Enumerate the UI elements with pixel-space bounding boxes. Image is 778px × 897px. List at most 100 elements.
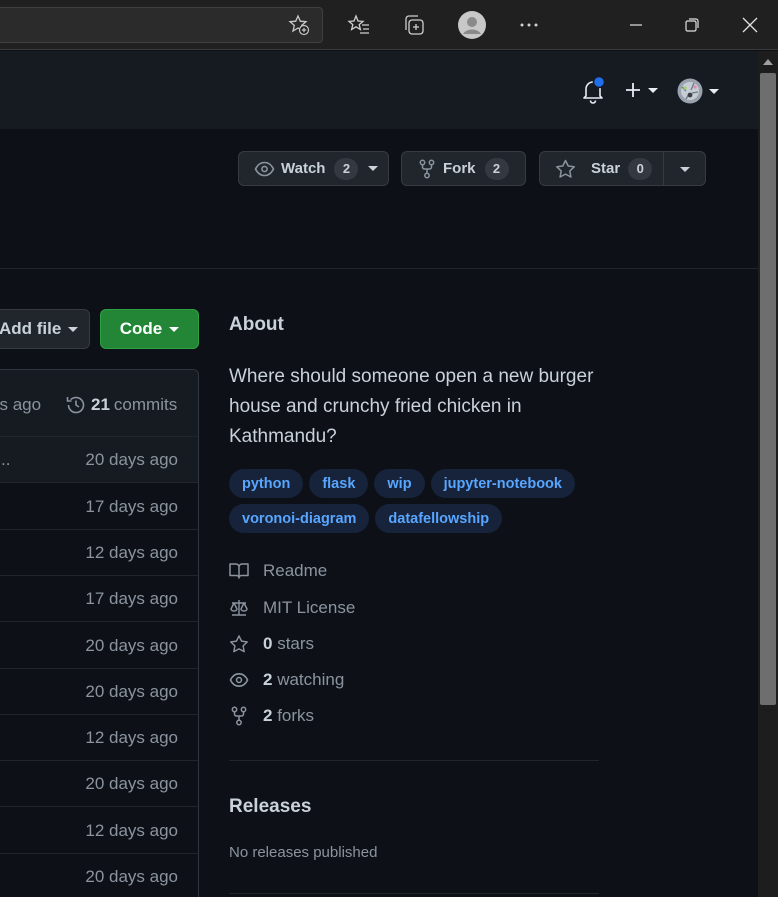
last-commit-time: ys ago	[0, 395, 42, 414]
collections-icon[interactable]	[402, 13, 426, 37]
file-list: ys ago 21 commits .. 20 days ago 17 days…	[0, 369, 199, 897]
commit-message-ellipsis[interactable]: ..	[1, 450, 10, 470]
fork-button[interactable]: Fork 2	[401, 151, 526, 186]
table-row[interactable]: 12 days ago	[0, 808, 198, 854]
bell-icon[interactable]	[580, 76, 606, 104]
chevron-down-icon	[169, 326, 180, 332]
table-row[interactable]: 20 days ago	[0, 854, 198, 897]
fork-count: 2	[484, 157, 509, 180]
minimize-icon[interactable]	[624, 13, 648, 37]
about-heading: About	[229, 314, 284, 335]
forks-label: forks	[277, 706, 315, 725]
releases-heading[interactable]: Releases	[229, 796, 311, 818]
close-icon[interactable]	[738, 13, 762, 37]
table-row[interactable]: 17 days ago	[0, 484, 198, 530]
forks-count: 2	[263, 706, 273, 725]
forks-link[interactable]: 2 forks	[229, 706, 314, 726]
commit-time: 20 days ago	[85, 682, 178, 701]
add-favorite-icon[interactable]	[287, 13, 311, 37]
star-button[interactable]: Star 0	[539, 151, 706, 186]
readme-label: Readme	[263, 561, 328, 580]
commit-time: 20 days ago	[85, 867, 178, 886]
site-header	[0, 51, 758, 129]
chevron-down-icon	[648, 87, 658, 93]
chevron-down-icon	[368, 166, 379, 171]
topic-tag[interactable]: python	[229, 469, 304, 498]
commit-time: 20 days ago	[85, 450, 178, 469]
favorites-icon[interactable]	[347, 13, 371, 37]
license-label: MIT License	[263, 598, 356, 617]
plus-icon	[626, 83, 640, 97]
topic-tag[interactable]: jupyter-notebook	[430, 469, 575, 498]
watch-button[interactable]: Watch 2	[238, 151, 389, 186]
more-icon[interactable]	[517, 13, 541, 37]
address-bar[interactable]	[0, 7, 323, 43]
stars-label: stars	[277, 634, 315, 653]
commit-time: 12 days ago	[85, 821, 178, 840]
commit-time: 17 days ago	[85, 497, 178, 516]
law-icon	[230, 600, 248, 616]
section-divider	[229, 893, 599, 894]
commit-time: 20 days ago	[85, 636, 178, 655]
topic-tag[interactable]: flask	[309, 469, 369, 498]
commit-time: 17 days ago	[85, 589, 178, 608]
star-divider	[663, 152, 664, 185]
commits-link[interactable]: 21 commits	[65, 394, 177, 416]
restore-icon[interactable]	[680, 13, 704, 37]
add-file-label: Add file	[0, 319, 62, 338]
table-row[interactable]: .. 20 days ago	[0, 437, 198, 483]
watching-label: watching	[277, 670, 345, 689]
stars-link[interactable]: 0 stars	[229, 634, 314, 654]
history-icon	[66, 396, 85, 414]
scroll-up-arrow[interactable]	[763, 59, 773, 65]
header-divider	[0, 268, 758, 269]
watching-count: 2	[263, 670, 273, 689]
chevron-down-icon	[709, 88, 719, 94]
eye-icon	[254, 161, 275, 176]
topic-tag[interactable]: wip	[374, 469, 425, 498]
no-releases-text: No releases published	[229, 844, 378, 861]
create-new-button[interactable]	[624, 81, 658, 99]
commits-label: commits	[113, 395, 178, 414]
table-row[interactable]: 20 days ago	[0, 623, 198, 669]
book-icon	[229, 563, 249, 579]
watch-count: 2	[334, 157, 359, 180]
repo-description: Where should someone open a new burger h…	[229, 366, 594, 447]
section-divider	[229, 760, 599, 761]
table-row[interactable]: 17 days ago	[0, 576, 198, 622]
star-icon	[230, 635, 248, 653]
code-label: Code	[119, 319, 163, 338]
table-row[interactable]: 12 days ago	[0, 530, 198, 576]
chevron-down-icon	[68, 326, 79, 332]
user-menu[interactable]	[677, 78, 719, 104]
scrollbar[interactable]	[758, 51, 778, 897]
topic-list: python flask wip jupyter-notebook vorono…	[229, 469, 599, 533]
table-row[interactable]: 12 days ago	[0, 715, 198, 761]
profile-icon[interactable]	[457, 10, 487, 40]
eye-icon	[229, 673, 249, 687]
watching-link[interactable]: 2 watching	[229, 670, 344, 690]
table-row[interactable]: 20 days ago	[0, 669, 198, 715]
commits-count: 21	[91, 395, 110, 414]
star-icon	[556, 159, 575, 178]
scroll-thumb[interactable]	[760, 73, 776, 705]
topic-tag[interactable]: voronoi-diagram	[229, 504, 370, 533]
license-link[interactable]: MIT License	[229, 598, 355, 618]
fork-icon	[231, 706, 247, 726]
star-count: 0	[628, 157, 653, 180]
stars-count: 0	[263, 634, 273, 653]
table-row[interactable]: 20 days ago	[0, 761, 198, 807]
fork-label: Fork	[443, 160, 476, 177]
add-file-button[interactable]: Add file	[0, 309, 90, 349]
avatar	[677, 78, 703, 104]
watch-label: Watch	[281, 160, 326, 177]
code-button[interactable]: Code	[100, 309, 199, 349]
star-list-dropdown[interactable]	[680, 167, 690, 172]
star-label: Star	[591, 160, 621, 177]
latest-commit-bar: ys ago 21 commits	[0, 370, 198, 437]
fork-icon	[419, 159, 435, 178]
commit-time: 12 days ago	[85, 543, 178, 562]
browser-toolbar	[0, 0, 778, 50]
readme-link[interactable]: Readme	[229, 561, 327, 581]
topic-tag[interactable]: datafellowship	[375, 504, 503, 533]
